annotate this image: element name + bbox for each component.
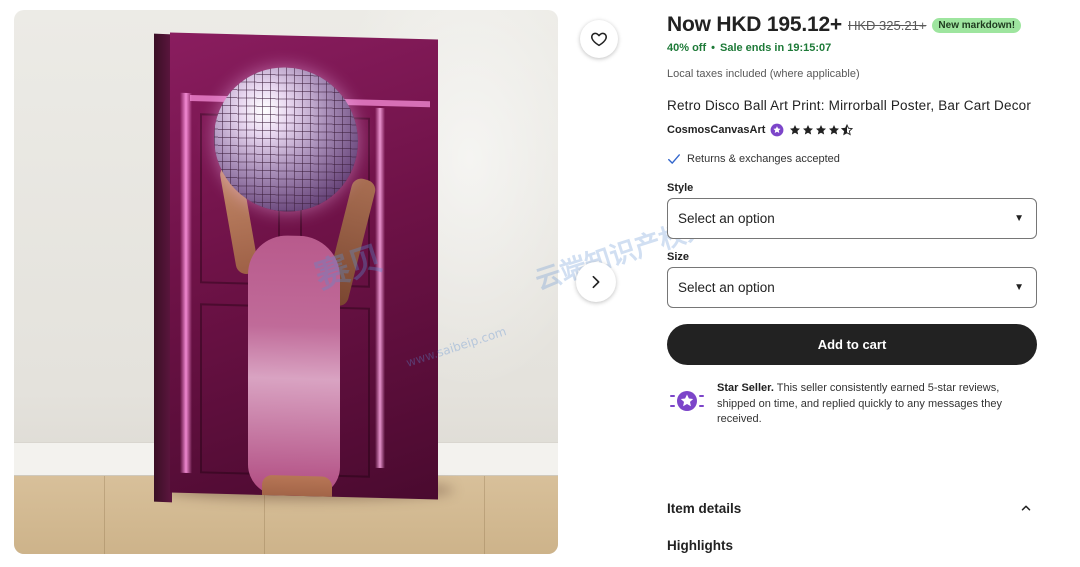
- add-to-cart-button[interactable]: Add to cart: [667, 324, 1037, 365]
- art-print-canvas: [170, 32, 438, 500]
- star-icon: [816, 125, 827, 135]
- size-select[interactable]: Select an option ▼: [667, 267, 1037, 308]
- half-star-icon: [841, 124, 854, 136]
- neon-light: [375, 107, 385, 469]
- style-select[interactable]: Select an option ▼: [667, 198, 1037, 239]
- style-label: Style: [667, 182, 694, 194]
- product-info: Now HKD 195.12+ HKD 325.21+ New markdown…: [667, 10, 1047, 428]
- size-label: Size: [667, 251, 690, 263]
- checkmark-icon: [668, 154, 680, 164]
- style-select-value: Select an option: [678, 211, 775, 226]
- star-seller-info: Star Seller. This seller consistently ea…: [667, 381, 1047, 428]
- original-price: HKD 325.21+: [848, 17, 927, 33]
- star-icon: [790, 125, 801, 135]
- chevron-right-icon: [592, 275, 600, 289]
- returns-text: Returns & exchanges accepted: [687, 153, 840, 165]
- neon-light: [180, 92, 192, 474]
- sale-info: 40% off • Sale ends in 19:15:07: [667, 42, 1047, 54]
- figure-sequin-dress: [248, 234, 340, 497]
- shop-row: CosmosCanvasArt: [667, 122, 1047, 138]
- highlights-heading: Highlights: [667, 538, 733, 553]
- star-seller-badge-icon: [771, 123, 784, 137]
- chevron-up-icon: [1021, 505, 1031, 511]
- sale-countdown: Sale ends in 19:15:07: [719, 42, 832, 54]
- item-details-toggle[interactable]: Item details: [667, 498, 1037, 518]
- price-row: Now HKD 195.12+ HKD 325.21+ New markdown…: [667, 10, 1047, 40]
- returns-row: Returns & exchanges accepted: [667, 152, 1047, 166]
- star-seller-badge-icon: [667, 381, 707, 421]
- next-image-button[interactable]: [576, 262, 616, 302]
- caret-down-icon: ▼: [1014, 213, 1024, 224]
- caret-down-icon: ▼: [1014, 282, 1024, 293]
- rating-stars: [789, 124, 854, 136]
- floor-plank-line: [484, 476, 485, 554]
- floor-plank-line: [104, 476, 105, 554]
- taxes-note: Local taxes included (where applicable): [667, 68, 860, 80]
- product-title: Retro Disco Ball Art Print: Mirrorball P…: [667, 98, 1032, 113]
- favorite-button[interactable]: [580, 20, 618, 58]
- discount-text: 40% off: [667, 42, 707, 54]
- star-icon: [829, 125, 840, 135]
- current-price: Now HKD 195.12+: [667, 13, 842, 36]
- star-seller-title: Star Seller.: [717, 382, 774, 394]
- heart-icon: [591, 32, 607, 47]
- size-select-value: Select an option: [678, 280, 775, 295]
- star-seller-description: Star Seller. This seller consistently ea…: [717, 381, 1035, 428]
- separator-dot: •: [711, 42, 715, 54]
- markdown-badge: New markdown!: [932, 17, 1022, 33]
- star-icon: [803, 125, 814, 135]
- product-image[interactable]: 赛贝 www.saibeip.com: [14, 10, 558, 554]
- shop-name-link[interactable]: CosmosCanvasArt: [667, 124, 765, 136]
- item-details-title: Item details: [667, 500, 742, 516]
